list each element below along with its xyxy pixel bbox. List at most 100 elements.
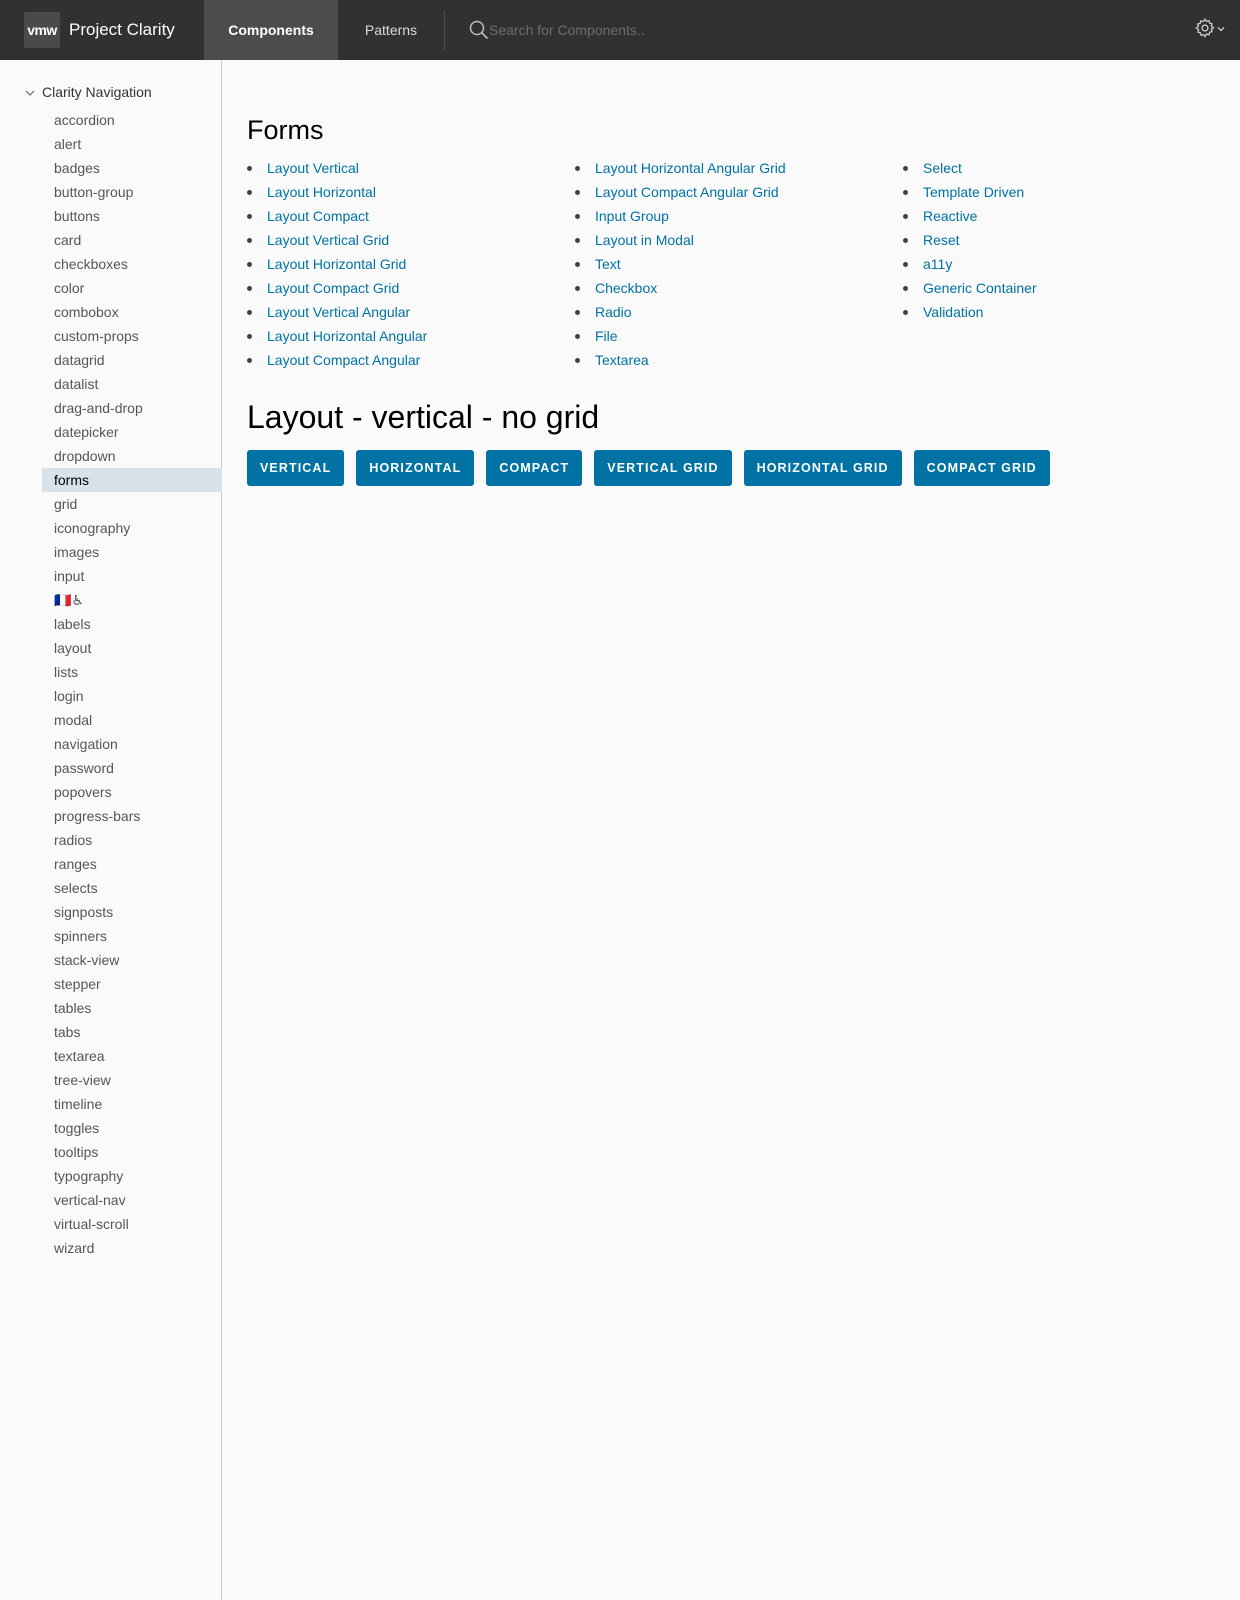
sidebar-item-typography[interactable]: typography bbox=[42, 1164, 222, 1188]
horizontal-button[interactable]: HORIZONTAL bbox=[356, 450, 475, 486]
settings-menu[interactable] bbox=[1194, 0, 1240, 60]
link-layout-horizontal-grid[interactable]: Layout Horizontal Grid bbox=[267, 256, 406, 272]
list-item: Layout Compact Grid bbox=[247, 276, 575, 300]
sidebar-item-card[interactable]: card bbox=[42, 228, 222, 252]
sidebar-item-datagrid[interactable]: datagrid bbox=[42, 348, 222, 372]
sidebar-item-wizard[interactable]: wizard bbox=[42, 1236, 222, 1260]
link-generic-container[interactable]: Generic Container bbox=[923, 280, 1037, 296]
link-layout-in-modal[interactable]: Layout in Modal bbox=[595, 232, 694, 248]
search-input[interactable] bbox=[489, 22, 789, 38]
link-radio[interactable]: Radio bbox=[595, 304, 632, 320]
sidebar-item-tooltips[interactable]: tooltips bbox=[42, 1140, 222, 1164]
list-item: Generic Container bbox=[903, 276, 1231, 300]
sidebar-item-flag-a11y[interactable]: 🇫🇷♿ bbox=[42, 588, 222, 612]
sidebar-item-checkboxes[interactable]: checkboxes bbox=[42, 252, 222, 276]
sidebar-item-modal[interactable]: modal bbox=[42, 708, 222, 732]
link-reset[interactable]: Reset bbox=[923, 232, 960, 248]
link-layout-vertical-angular[interactable]: Layout Vertical Angular bbox=[267, 304, 410, 320]
horizontal-grid-button[interactable]: HORIZONTAL GRID bbox=[743, 450, 902, 486]
sidebar-item-layout[interactable]: layout bbox=[42, 636, 222, 660]
sidebar-item-combobox[interactable]: combobox bbox=[42, 300, 222, 324]
forms-link-list: Layout Vertical Layout Horizontal Layout C… bbox=[247, 156, 1231, 372]
sidebar-item-grid[interactable]: grid bbox=[42, 492, 222, 516]
sidebar-item-password[interactable]: password bbox=[42, 756, 222, 780]
sidebar-item-login[interactable]: login bbox=[42, 684, 222, 708]
sidebar-item-textarea[interactable]: textarea bbox=[42, 1044, 222, 1068]
list-item: Layout Horizontal bbox=[247, 180, 575, 204]
tab-patterns[interactable]: Patterns bbox=[338, 0, 444, 60]
link-layout-vertical-grid[interactable]: Layout Vertical Grid bbox=[267, 232, 389, 248]
compact-button[interactable]: COMPACT bbox=[486, 450, 583, 486]
sidebar-item-badges[interactable]: badges bbox=[42, 156, 222, 180]
sidebar-item-stack-view[interactable]: stack-view bbox=[42, 948, 222, 972]
link-input-group[interactable]: Input Group bbox=[595, 208, 669, 224]
sidebar-item-tabs[interactable]: tabs bbox=[42, 1020, 222, 1044]
compact-grid-button[interactable]: COMPACT GRID bbox=[913, 450, 1050, 486]
vmw-logo: vmw bbox=[24, 12, 60, 48]
link-layout-compact-grid[interactable]: Layout Compact Grid bbox=[267, 280, 399, 296]
sidebar-section-toggle[interactable]: Clarity Navigation bbox=[24, 84, 152, 100]
sidebar-item-progress-bars[interactable]: progress-bars bbox=[42, 804, 222, 828]
list-item: Layout Compact Angular bbox=[247, 348, 575, 372]
sidebar-item-images[interactable]: images bbox=[42, 540, 222, 564]
gear-icon bbox=[1194, 17, 1216, 44]
link-layout-compact[interactable]: Layout Compact bbox=[267, 208, 369, 224]
branding[interactable]: vmw Project Clarity bbox=[0, 0, 204, 60]
link-textarea[interactable]: Textarea bbox=[595, 352, 649, 368]
tab-components[interactable]: Components bbox=[204, 0, 338, 60]
link-column: Select Template Driven Reactive Reset a11y Ge… bbox=[903, 156, 1231, 372]
link-checkbox[interactable]: Checkbox bbox=[595, 280, 657, 296]
list-item: Validation bbox=[903, 300, 1231, 324]
link-layout-compact-angular-grid[interactable]: Layout Compact Angular Grid bbox=[595, 184, 779, 200]
sidebar-item-ranges[interactable]: ranges bbox=[42, 852, 222, 876]
sidebar-item-alert[interactable]: alert bbox=[42, 132, 222, 156]
link-layout-horizontal-angular[interactable]: Layout Horizontal Angular bbox=[267, 328, 427, 344]
link-text[interactable]: Text bbox=[595, 256, 621, 272]
link-file[interactable]: File bbox=[595, 328, 618, 344]
link-validation[interactable]: Validation bbox=[923, 304, 983, 320]
link-select[interactable]: Select bbox=[923, 160, 962, 176]
sidebar-item-forms[interactable]: forms bbox=[42, 468, 222, 492]
sidebar-item-input[interactable]: input bbox=[42, 564, 222, 588]
sidebar-item-vertical-nav[interactable]: vertical-nav bbox=[42, 1188, 222, 1212]
sidebar-item-datalist[interactable]: datalist bbox=[42, 372, 222, 396]
sidebar-item-stepper[interactable]: stepper bbox=[42, 972, 222, 996]
link-a11y[interactable]: a11y bbox=[923, 256, 952, 272]
sidebar-item-signposts[interactable]: signposts bbox=[42, 900, 222, 924]
sidebar-item-datepicker[interactable]: datepicker bbox=[42, 420, 222, 444]
sidebar-item-selects[interactable]: selects bbox=[42, 876, 222, 900]
sidebar-item-lists[interactable]: lists bbox=[42, 660, 222, 684]
sidebar-list: accordion alert badges button-group buttons c… bbox=[42, 108, 222, 1260]
list-item: a11y bbox=[903, 252, 1231, 276]
sidebar-item-buttons[interactable]: buttons bbox=[42, 204, 222, 228]
sidebar-item-timeline[interactable]: timeline bbox=[42, 1092, 222, 1116]
link-layout-horizontal-angular-grid[interactable]: Layout Horizontal Angular Grid bbox=[595, 160, 786, 176]
sidebar-item-accordion[interactable]: accordion bbox=[42, 108, 222, 132]
sidebar-item-button-group[interactable]: button-group bbox=[42, 180, 222, 204]
link-reactive[interactable]: Reactive bbox=[923, 208, 977, 224]
chevron-down-icon bbox=[24, 86, 36, 98]
sidebar-item-color[interactable]: color bbox=[42, 276, 222, 300]
sidebar-item-navigation[interactable]: navigation bbox=[42, 732, 222, 756]
sidebar-item-dropdown[interactable]: dropdown bbox=[42, 444, 222, 468]
vertical-grid-button[interactable]: VERTICAL GRID bbox=[594, 450, 732, 486]
sidebar-item-tables[interactable]: tables bbox=[42, 996, 222, 1020]
link-layout-vertical[interactable]: Layout Vertical bbox=[267, 160, 359, 176]
sidebar-item-popovers[interactable]: popovers bbox=[42, 780, 222, 804]
link-template-driven[interactable]: Template Driven bbox=[923, 184, 1024, 200]
link-layout-horizontal[interactable]: Layout Horizontal bbox=[267, 184, 376, 200]
sidebar-item-virtual-scroll[interactable]: virtual-scroll bbox=[42, 1212, 222, 1236]
sidebar-item-iconography[interactable]: iconography bbox=[42, 516, 222, 540]
sidebar-item-toggles[interactable]: toggles bbox=[42, 1116, 222, 1140]
sidebar-item-labels[interactable]: labels bbox=[42, 612, 222, 636]
link-layout-compact-angular[interactable]: Layout Compact Angular bbox=[267, 352, 420, 368]
list-item: Layout Compact Angular Grid bbox=[575, 180, 903, 204]
list-item: Select bbox=[903, 156, 1231, 180]
link-column: Layout Vertical Layout Horizontal Layout C… bbox=[247, 156, 575, 372]
sidebar-item-spinners[interactable]: spinners bbox=[42, 924, 222, 948]
sidebar-item-drag-and-drop[interactable]: drag-and-drop bbox=[42, 396, 222, 420]
sidebar-item-custom-props[interactable]: custom-props bbox=[42, 324, 222, 348]
sidebar-item-tree-view[interactable]: tree-view bbox=[42, 1068, 222, 1092]
sidebar-item-radios[interactable]: radios bbox=[42, 828, 222, 852]
vertical-button[interactable]: VERTICAL bbox=[247, 450, 345, 486]
